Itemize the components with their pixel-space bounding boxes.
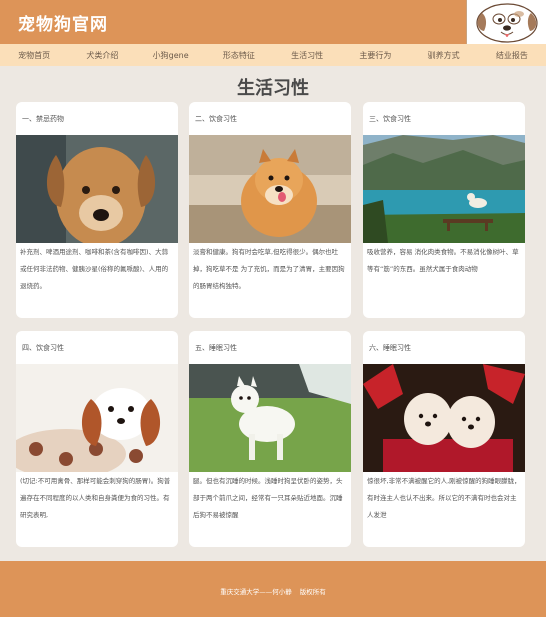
site-title[interactable]: 宠物狗官网 <box>18 10 108 35</box>
white-puppies-photo <box>363 364 525 472</box>
nav-item-report[interactable]: 结业报告 <box>478 50 546 61</box>
nav-item-features[interactable]: 形态特征 <box>205 50 273 61</box>
card-heading: 四、饮食习性 <box>22 344 64 352</box>
nav-item-home[interactable]: 宠物首页 <box>0 50 68 61</box>
card-text: 淡膏和健康。狗有时会吃草,但吃得很少。偶尔也吐掉，狗吃草不是 为了充饥，而是为了… <box>193 248 345 290</box>
cavalier-puppy-photo <box>16 364 178 472</box>
lake-dog-photo <box>363 135 525 243</box>
samoyed-photo <box>189 364 351 472</box>
card-heading: 六、睡眠习性 <box>369 344 411 352</box>
dog-logo[interactable] <box>466 0 546 44</box>
card-heading: 三、饮食习性 <box>369 115 411 123</box>
habit-card: 四、饮食习性 (切记:不可用禽骨、那样可能会刺穿狗的肠胃)。狗普遍存在不同程度的… <box>16 331 178 547</box>
site-footer: 重庆交通大学——何小静 版权所有 <box>0 561 546 617</box>
brown-puppy-photo <box>16 135 178 243</box>
footer-rights: 版权所有 <box>299 588 326 596</box>
footer-text: 重庆交通大学——何小静 版权所有 <box>0 586 546 596</box>
main-nav: 宠物首页 犬类介绍 小狗gene 形态特征 生活习性 主要行为 驯养方式 结业报… <box>0 44 546 66</box>
nav-item-dog-intro[interactable]: 犬类介绍 <box>68 50 136 61</box>
habit-card: 五、睡眠习性 腿。但也有沉睡的时候。浅睡时狗呈伏卧的姿势，头部于两个前爪之间，经… <box>189 331 351 547</box>
habit-card: 一、禁忌药物 补充剂、啤酒用途剂、咖啡和茶(含有咖啡因)、大蒜或任何非法药物、健… <box>16 102 178 318</box>
page-title: 生活习性 <box>237 78 309 99</box>
card-heading: 五、睡眠习性 <box>195 344 237 352</box>
card-heading: 二、饮食习性 <box>195 115 237 123</box>
habit-card: 六、睡眠习性 惊很坏,非常不满被醒它的人,刚被惊醒的狗睡眼朦胧，有时连主人也认不… <box>363 331 525 547</box>
card-text: 吸收营养，容易 消化肉类食物。不易消化像树叶、草等有“筋”的东西。虽然犬属于食肉… <box>367 248 519 273</box>
nav-item-habits[interactable]: 生活习性 <box>273 50 341 61</box>
dog-face-icon <box>476 3 538 43</box>
nav-item-gene[interactable]: 小狗gene <box>137 50 205 61</box>
card-text: 补充剂、啤酒用途剂、咖啡和茶(含有咖啡因)、大蒜或任何非法药物、健胰沙星(俗称的… <box>20 248 169 290</box>
nav-item-training[interactable]: 驯养方式 <box>410 50 478 61</box>
site-header: 宠物狗官网 <box>0 0 546 44</box>
habit-card: 三、饮食习性 吸收营养，容易 消化肉类食物。不易消化像树叶、草等有“筋”的东西。… <box>363 102 525 318</box>
pomeranian-photo <box>189 135 351 243</box>
card-text: 惊很坏,非常不满被醒它的人,刚被惊醒的狗睡眼朦胧，有时连主人也认不出来。所以它的… <box>367 477 521 519</box>
card-text: (切记:不可用禽骨、那样可能会刺穿狗的肠胃)。狗普遍存在不同程度的以人类和自身粪… <box>20 477 171 519</box>
footer-school: 重庆交通大学——何小静 <box>220 588 292 596</box>
card-text: 腿。但也有沉睡的时候。浅睡时狗呈伏卧的姿势，头部于两个前爪之间，经常有一只耳朵贴… <box>193 477 343 519</box>
nav-item-behavior[interactable]: 主要行为 <box>341 50 409 61</box>
card-heading: 一、禁忌药物 <box>22 115 64 123</box>
page: 宠物狗官网 宠物首页 犬类介绍 小狗gene 形态特征 生活习性 主要行为 驯养… <box>0 0 546 617</box>
habit-card: 二、饮食习性 淡膏和健康。狗有时会吃草,但吃得很少。偶尔也吐掉，狗吃草不是 为了… <box>189 102 351 318</box>
